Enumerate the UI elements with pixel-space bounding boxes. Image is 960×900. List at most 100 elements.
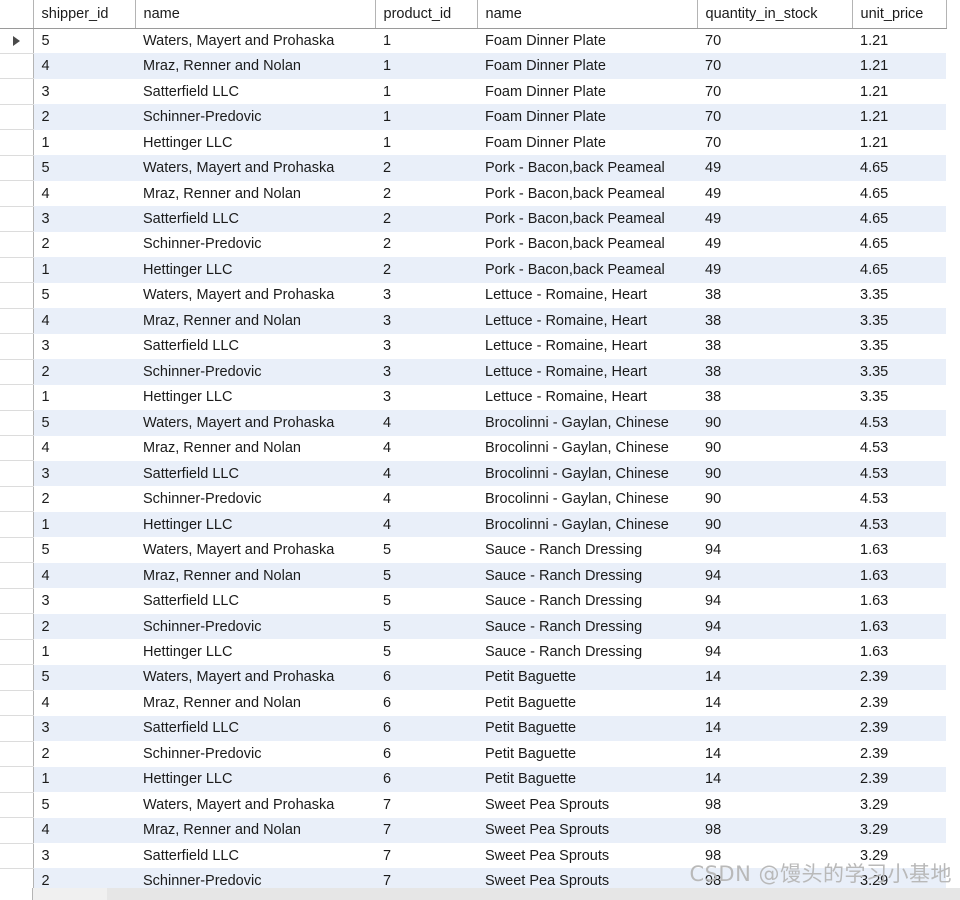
cell-product-name[interactable]: Foam Dinner Plate [477, 28, 697, 54]
cell-unit-price[interactable]: 1.21 [852, 129, 946, 156]
cell-shipper-name[interactable]: Waters, Mayert and Prohaska [135, 155, 375, 181]
cell-quantity-in-stock[interactable]: 98 [697, 817, 852, 843]
table-row[interactable]: 2 Schinner-Predovic 4 Brocolinni - Gaylan, … [0, 486, 946, 513]
cell-quantity-in-stock[interactable]: 90 [697, 511, 852, 538]
cell-shipper-id[interactable]: 2 [33, 486, 135, 512]
cell-shipper-id[interactable]: 2 [33, 104, 135, 130]
cell-product-id[interactable]: 3 [375, 359, 477, 385]
cell-unit-price[interactable]: 4.53 [852, 511, 946, 538]
cell-shipper-name[interactable]: Satterfield LLC [135, 843, 375, 869]
row-marker-cell[interactable] [0, 766, 34, 793]
row-marker-cell[interactable] [0, 486, 34, 513]
table-row[interactable]: 5 Waters, Mayert and Prohaska 6 Petit Bague… [0, 664, 946, 691]
cell-quantity-in-stock[interactable]: 98 [697, 843, 852, 869]
cell-unit-price[interactable]: 4.53 [852, 486, 946, 512]
table-row[interactable]: 2 Schinner-Predovic 6 Petit Baguette 14 2.39 [0, 741, 946, 768]
table-row[interactable]: 5 Waters, Mayert and Prohaska 2 Pork - Baco… [0, 155, 946, 182]
cell-product-name[interactable]: Sweet Pea Sprouts [477, 817, 697, 843]
cell-product-name[interactable]: Sauce - Ranch Dressing [477, 613, 697, 640]
cell-product-id[interactable]: 3 [375, 384, 477, 411]
row-marker-cell[interactable] [0, 460, 34, 487]
cell-quantity-in-stock[interactable]: 49 [697, 231, 852, 258]
row-marker-cell[interactable] [0, 639, 34, 666]
cell-shipper-id[interactable]: 5 [33, 792, 135, 818]
cell-shipper-id[interactable]: 5 [33, 410, 135, 436]
cell-unit-price[interactable]: 4.53 [852, 410, 946, 436]
row-marker-cell[interactable] [0, 562, 34, 589]
row-marker-cell[interactable] [0, 384, 34, 411]
cell-shipper-id[interactable]: 3 [33, 333, 135, 360]
cell-quantity-in-stock[interactable]: 38 [697, 384, 852, 411]
cell-shipper-id[interactable]: 5 [33, 282, 135, 309]
row-marker-cell[interactable] [0, 333, 34, 360]
cell-unit-price[interactable]: 2.39 [852, 715, 946, 742]
row-marker-cell[interactable] [0, 308, 34, 335]
column-header-shipper-name[interactable]: name [135, 0, 376, 29]
table-row[interactable]: 1 Hettinger LLC 3 Lettuce - Romaine, Heart 3… [0, 384, 946, 411]
cell-unit-price[interactable]: 2.39 [852, 766, 946, 793]
row-marker-cell[interactable] [0, 206, 34, 233]
cell-shipper-id[interactable]: 2 [33, 741, 135, 767]
cell-shipper-id[interactable]: 1 [33, 511, 135, 538]
cell-unit-price[interactable]: 4.65 [852, 155, 946, 181]
row-marker-cell[interactable] [0, 817, 34, 844]
cell-product-name[interactable]: Foam Dinner Plate [477, 53, 697, 79]
table-row[interactable]: 3 Satterfield LLC 7 Sweet Pea Sprouts 98 3.29 [0, 843, 946, 869]
cell-product-name[interactable]: Brocolinni - Gaylan, Chinese [477, 435, 697, 461]
cell-quantity-in-stock[interactable]: 49 [697, 155, 852, 181]
cell-product-id[interactable]: 6 [375, 690, 477, 716]
cell-unit-price[interactable]: 4.65 [852, 231, 946, 258]
cell-product-id[interactable]: 5 [375, 562, 477, 589]
cell-product-id[interactable]: 4 [375, 511, 477, 538]
cell-product-id[interactable]: 1 [375, 78, 477, 105]
cell-product-id[interactable]: 1 [375, 53, 477, 79]
cell-shipper-name[interactable]: Hettinger LLC [135, 639, 375, 665]
cell-quantity-in-stock[interactable]: 70 [697, 53, 852, 79]
cell-unit-price[interactable]: 4.53 [852, 460, 946, 487]
cell-unit-price[interactable]: 2.39 [852, 741, 946, 767]
cell-quantity-in-stock[interactable]: 94 [697, 639, 852, 665]
table-row[interactable]: 5 Waters, Mayert and Prohaska 4 Brocolinni … [0, 410, 946, 437]
cell-shipper-name[interactable]: Mraz, Renner and Nolan [135, 690, 375, 716]
cell-product-id[interactable]: 6 [375, 715, 477, 742]
cell-shipper-name[interactable]: Schinner-Predovic [135, 613, 375, 640]
column-header-shipper-id[interactable]: shipper_id [33, 0, 136, 29]
cell-shipper-id[interactable]: 5 [33, 664, 135, 691]
table-row[interactable]: 1 Hettinger LLC 1 Foam Dinner Plate 70 1.21 [0, 129, 946, 156]
cell-quantity-in-stock[interactable]: 38 [697, 308, 852, 334]
row-marker-cell[interactable] [0, 792, 34, 819]
cell-quantity-in-stock[interactable]: 49 [697, 206, 852, 232]
cell-unit-price[interactable]: 3.35 [852, 282, 946, 309]
cell-quantity-in-stock[interactable]: 49 [697, 180, 852, 207]
cell-product-id[interactable]: 7 [375, 817, 477, 843]
table-row[interactable]: 4 Mraz, Renner and Nolan 2 Pork - Bacon,bac… [0, 180, 946, 207]
cell-shipper-name[interactable]: Satterfield LLC [135, 78, 375, 105]
cell-quantity-in-stock[interactable]: 14 [697, 664, 852, 691]
cell-shipper-name[interactable]: Mraz, Renner and Nolan [135, 562, 375, 589]
cell-shipper-name[interactable]: Waters, Mayert and Prohaska [135, 664, 375, 691]
cell-unit-price[interactable]: 1.21 [852, 78, 946, 105]
cell-shipper-id[interactable]: 1 [33, 257, 135, 283]
cell-shipper-id[interactable]: 4 [33, 435, 135, 461]
cell-product-name[interactable]: Pork - Bacon,back Peameal [477, 257, 697, 283]
cell-quantity-in-stock[interactable]: 94 [697, 562, 852, 589]
cell-unit-price[interactable]: 1.21 [852, 104, 946, 130]
cell-product-id[interactable]: 2 [375, 180, 477, 207]
table-row[interactable]: 2 Schinner-Predovic 2 Pork - Bacon,back Pea… [0, 231, 946, 258]
cell-quantity-in-stock[interactable]: 14 [697, 715, 852, 742]
row-marker-cell[interactable] [0, 257, 34, 284]
row-marker-cell[interactable] [0, 741, 34, 768]
table-row[interactable]: 1 Hettinger LLC 4 Brocolinni - Gaylan, Chin… [0, 511, 946, 538]
row-marker-cell[interactable] [0, 843, 34, 869]
cell-shipper-name[interactable]: Satterfield LLC [135, 460, 375, 487]
row-marker-cell[interactable] [0, 231, 34, 258]
cell-shipper-name[interactable]: Satterfield LLC [135, 333, 375, 360]
cell-shipper-id[interactable]: 4 [33, 690, 135, 716]
table-row[interactable]: 4 Mraz, Renner and Nolan 1 Foam Dinner Plat… [0, 53, 946, 80]
cell-unit-price[interactable]: 3.29 [852, 843, 946, 869]
cell-unit-price[interactable]: 1.63 [852, 639, 946, 665]
cell-shipper-name[interactable]: Schinner-Predovic [135, 359, 375, 385]
cell-shipper-id[interactable]: 2 [33, 613, 135, 640]
cell-unit-price[interactable]: 3.35 [852, 333, 946, 360]
cell-shipper-name[interactable]: Waters, Mayert and Prohaska [135, 28, 375, 54]
